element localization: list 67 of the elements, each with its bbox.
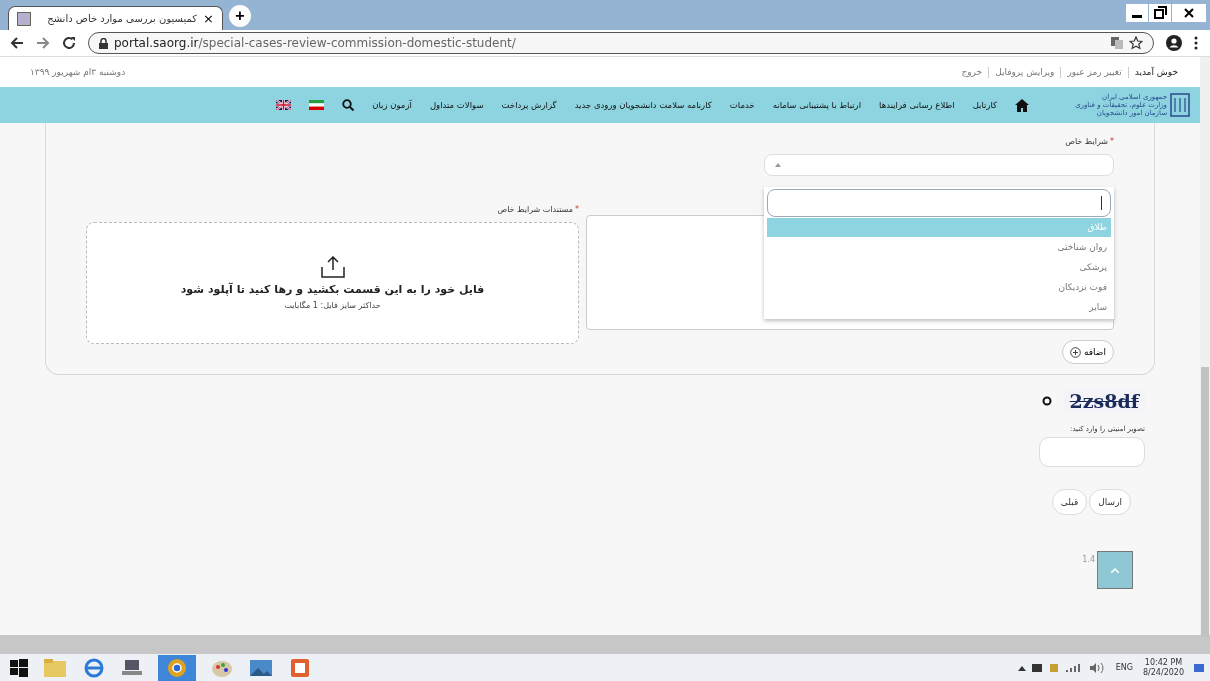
notification-icon[interactable] <box>1194 663 1204 672</box>
field-label: * مستندات شرایط خاص <box>496 205 579 214</box>
close-tab-button[interactable]: × <box>203 11 214 26</box>
captcha-input[interactable] <box>1039 437 1145 467</box>
submit-button[interactable]: ارسال <box>1089 489 1131 515</box>
profile-icon[interactable] <box>1166 35 1182 51</box>
url-text: portal.saorg.ir/special-cases-review-commission-domestic-student/ <box>114 36 516 50</box>
nav-link[interactable]: کارتابل <box>972 100 998 110</box>
nav-link[interactable]: اطلاع رسانی فرایندها <box>879 100 955 110</box>
nav-link[interactable]: گزارش پرداخت <box>501 100 557 110</box>
dropdown-option[interactable]: روان شناختی <box>767 238 1111 257</box>
lock-icon <box>99 37 108 49</box>
home-icon[interactable] <box>1015 98 1030 112</box>
new-tab-button[interactable]: + <box>229 5 251 27</box>
search-icon[interactable] <box>342 99 355 111</box>
media-player-icon[interactable] <box>288 656 312 679</box>
back-arrow-icon[interactable] <box>10 36 24 50</box>
iran-flag-icon[interactable] <box>309 100 325 110</box>
dropdown-option[interactable]: سایر <box>767 298 1111 317</box>
dropzone-text: فایل خود را به این قسمت بکشید و رها کنید تا آپلود شود <box>180 283 485 296</box>
clock-time[interactable]: 10:42 PM <box>1144 657 1183 668</box>
minimize-icon[interactable] <box>1126 4 1148 22</box>
dropdown-option[interactable]: پزشکی <box>767 258 1111 277</box>
reload-icon[interactable] <box>62 36 76 50</box>
language-indicator[interactable]: ENG <box>1115 663 1133 672</box>
uk-flag-icon[interactable] <box>276 100 292 110</box>
chrome-icon[interactable] <box>158 654 196 681</box>
nav-link[interactable]: ارتباط با پشتیبانی سامانه <box>772 100 862 110</box>
horizontal-scrollbar[interactable] <box>0 635 1210 654</box>
site-favicon-icon <box>17 11 31 26</box>
upload-icon <box>320 256 345 278</box>
address-bar[interactable]: portal.saorg.ir/special-cases-review-commission-domestic-student/ <box>88 32 1154 54</box>
search-field[interactable] <box>767 189 1111 217</box>
emblem-icon <box>1169 92 1191 118</box>
translate-icon[interactable] <box>1111 37 1123 49</box>
close-icon[interactable] <box>1172 4 1206 22</box>
header-link[interactable]: خروج <box>961 67 983 77</box>
version-text: 1.4 <box>1082 555 1095 564</box>
nav-link[interactable]: کارنامه سلامت دانشجویان ورودی جدید <box>574 100 712 110</box>
forward-arrow-icon[interactable] <box>36 36 50 50</box>
nav-link[interactable]: سوالات متداول <box>429 100 484 110</box>
nav-link[interactable]: خدمات <box>729 100 755 110</box>
plus-circle-icon <box>1070 346 1081 358</box>
scrollbar[interactable] <box>1200 57 1210 635</box>
tab-title: کمیسیون بررسی موارد خاص دانشج <box>46 13 198 24</box>
welcome-text: خوش آمدید <box>1134 67 1178 77</box>
browser-tab[interactable]: کمیسیون بررسی موارد خاص دانشج × <box>8 6 223 30</box>
select-field[interactable] <box>764 154 1114 177</box>
add-button[interactable]: اضافه <box>1062 340 1114 364</box>
back-button[interactable]: قبلی <box>1051 489 1088 515</box>
refresh-icon[interactable] <box>1041 396 1052 406</box>
header-link[interactable]: ویرایش پروفایل <box>995 67 1055 77</box>
dropzone-hint: حداکثر سایز فایل: 1 مگابایت <box>284 301 381 310</box>
star-icon[interactable] <box>1129 36 1143 50</box>
caret-icon <box>775 163 781 167</box>
chevron-up-icon <box>1111 567 1119 573</box>
menu-icon[interactable] <box>1194 36 1198 50</box>
clock-date[interactable]: 8/24/2020 <box>1142 667 1184 678</box>
header-link[interactable]: تغییر رمز عبور <box>1067 67 1122 77</box>
field-label: * شرایط خاص <box>1064 137 1114 146</box>
nav-link[interactable]: آزمون زبان <box>372 100 412 110</box>
tray-icons-drawing[interactable] <box>1017 661 1106 674</box>
windows-start-icon[interactable] <box>10 658 28 677</box>
file-dropzone[interactable]: فایل خود را به این قسمت بکشید و رها کنید تا آپلود شود حداکثر سایز فایل: 1 مگابایت <box>86 222 579 344</box>
dropdown-option[interactable]: فوت نزدیکان <box>767 278 1111 297</box>
restore-icon[interactable] <box>1149 4 1171 22</box>
date-text: دوشنبه ۳ام شهریور ۱۳۹۹ <box>30 67 126 77</box>
